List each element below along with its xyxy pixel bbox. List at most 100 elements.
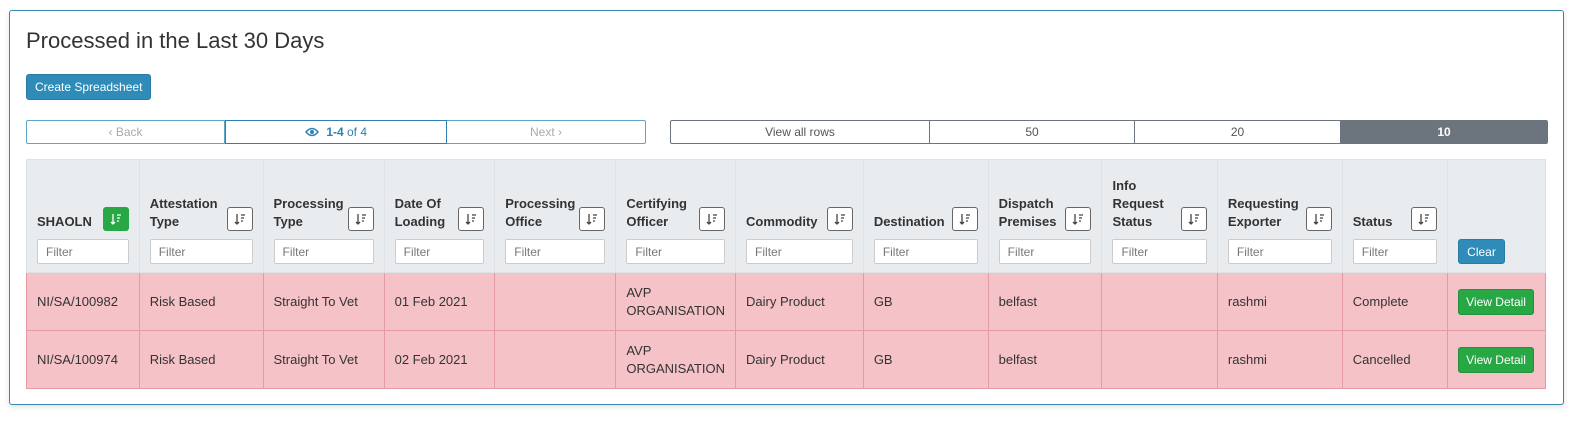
rows-option-10[interactable]: 10 [1341,121,1547,143]
view-detail-button[interactable]: View Detail [1458,346,1534,373]
col-requesting-exporter: Requesting Exporter [1216,159,1343,273]
col-label: Date Of Loading [394,196,446,229]
col-processing-office: Processing Office [494,159,617,273]
clear-filters-button[interactable]: Clear [1458,239,1505,264]
sort-icon[interactable] [1180,207,1207,231]
col-status: Status [1341,159,1449,273]
filter-input[interactable] [37,239,129,264]
table-row: NI/SA/100974 Risk Based Straight To Vet … [26,330,1546,389]
cell-dispatch-premises: belfast [987,272,1103,331]
results-table: SHAOLN Attestation Type Processing Type … [26,159,1546,389]
cell-destination: GB [862,272,989,331]
cell-attestation-type: Risk Based [138,330,264,389]
chevron-right-icon: › [558,125,563,139]
col-info-request-status: Info Request Status [1101,159,1218,273]
col-actions: Clear [1447,159,1546,273]
eye-icon [304,127,319,137]
sort-icon[interactable] [102,207,129,231]
cell-commodity: Dairy Product [735,330,864,389]
col-label: Requesting Exporter [1227,196,1299,229]
sort-icon[interactable] [826,207,853,231]
col-label: Status [1352,214,1393,229]
range-text: 1-4 [326,125,344,139]
filter-input[interactable] [873,239,978,264]
col-label: Destination [873,214,945,229]
cell-dispatch-premises: belfast [987,330,1103,389]
cell-date-of-loading: 01 Feb 2021 [383,272,496,331]
col-dispatch-premises: Dispatch Premises [987,159,1103,273]
cell-requesting-exporter: rashmi [1216,330,1343,389]
col-commodity: Commodity [735,159,864,273]
cell-certifying-officer: AVP ORGANISATION [615,272,737,331]
col-label: Commodity [746,214,818,229]
cell-actions: View Detail [1447,330,1546,389]
cell-certifying-officer: AVP ORGANISATION [615,330,737,389]
panel: Processed in the Last 30 Days Create Spr… [9,10,1564,405]
cell-status: Complete [1341,272,1449,331]
cell-shaoln: NI/SA/100974 [26,330,140,389]
sort-icon[interactable] [226,207,253,231]
cell-processing-type: Straight To Vet [262,272,385,331]
pagination: ‹ Back 1-4 of 4 Next › [26,120,646,144]
sort-icon[interactable] [347,207,374,231]
sort-icon[interactable] [951,207,978,231]
col-label: Dispatch Premises [998,196,1057,229]
create-spreadsheet-button[interactable]: Create Spreadsheet [26,74,152,100]
range-of-text: of 4 [347,125,368,139]
table-row: NI/SA/100982 Risk Based Straight To Vet … [26,272,1546,331]
col-label: Processing Type [273,196,344,229]
sort-icon[interactable] [1411,207,1438,231]
filter-input[interactable] [273,239,374,264]
filter-input[interactable] [1112,239,1207,264]
col-shaoln: SHAOLN [26,159,140,273]
chevron-left-icon: ‹ [108,125,113,139]
cell-attestation-type: Risk Based [138,272,264,331]
cell-info-request-status [1101,272,1218,331]
filter-input[interactable] [1227,239,1332,264]
col-label: Attestation Type [149,196,218,229]
back-label: Back [115,125,143,139]
rows-option-all[interactable]: View all rows [671,121,930,143]
cell-requesting-exporter: rashmi [1216,272,1343,331]
col-date-of-loading: Date Of Loading [383,159,496,273]
sort-icon[interactable] [1305,207,1332,231]
filter-input[interactable] [998,239,1092,264]
filter-input[interactable] [149,239,253,264]
col-attestation-type: Attestation Type [138,159,264,273]
sort-icon[interactable] [1065,207,1092,231]
sort-icon[interactable] [579,207,606,231]
page-range: 1-4 of 4 [225,120,447,144]
cell-processing-office [494,330,617,389]
cell-destination: GB [862,330,989,389]
next-label: Next [529,125,555,139]
rows-option-20[interactable]: 20 [1135,121,1341,143]
cell-processing-office [494,272,617,331]
next-button[interactable]: Next › [447,121,645,143]
page-title: Processed in the Last 30 Days [26,28,325,53]
col-label: SHAOLN [37,214,92,229]
rows-per-page: View all rows 50 20 10 [670,120,1548,144]
cell-date-of-loading: 02 Feb 2021 [383,330,496,389]
col-label: Info Request Status [1112,178,1164,229]
cell-processing-type: Straight To Vet [262,330,385,389]
header-row: SHAOLN Attestation Type Processing Type … [26,159,1546,273]
cell-commodity: Dairy Product [735,272,864,331]
sort-icon[interactable] [458,207,485,231]
cell-status: Cancelled [1341,330,1449,389]
rows-option-50[interactable]: 50 [930,121,1135,143]
cell-info-request-status [1101,330,1218,389]
filter-input[interactable] [1352,239,1438,264]
col-certifying-officer: Certifying Officer [615,159,737,273]
cell-shaoln: NI/SA/100982 [26,272,140,331]
col-processing-type: Processing Type [262,159,385,273]
filter-input[interactable] [394,239,485,264]
col-label: Processing Office [505,196,576,229]
filter-input[interactable] [505,239,606,264]
back-button[interactable]: ‹ Back [27,121,225,143]
col-label: Certifying Officer [626,196,687,229]
cell-actions: View Detail [1447,272,1546,331]
filter-input[interactable] [626,239,726,264]
sort-icon[interactable] [699,207,726,231]
view-detail-button[interactable]: View Detail [1458,288,1534,315]
filter-input[interactable] [746,239,853,264]
